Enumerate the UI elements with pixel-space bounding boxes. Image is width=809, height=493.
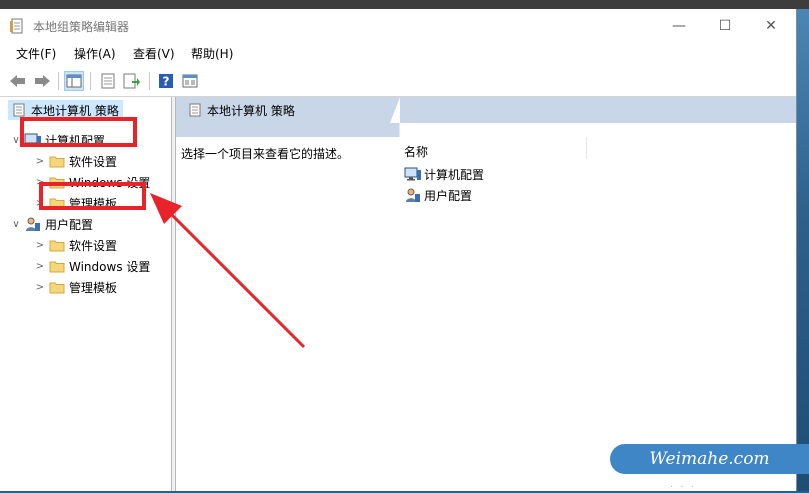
tree-item-label: 软件设置 xyxy=(69,238,118,253)
list-item-user-config[interactable]: 用户配置 xyxy=(404,186,472,204)
tree-item-label: 用户配置 xyxy=(45,217,94,232)
watermark-text: Weimahe.com xyxy=(649,449,770,469)
user-icon xyxy=(24,216,42,232)
menu-view[interactable]: 查看(V) xyxy=(133,45,175,62)
export-list-icon xyxy=(123,73,140,89)
chevron-right-icon[interactable]: > xyxy=(34,261,46,272)
menu-action[interactable]: 操作(A) xyxy=(74,45,116,62)
watermark-badge: Weimahe.com xyxy=(610,444,809,474)
close-button[interactable]: ✕ xyxy=(748,9,794,42)
highlight-box-admin-templates xyxy=(39,182,146,210)
menu-help[interactable]: 帮助(H) xyxy=(191,45,233,62)
close-icon: ✕ xyxy=(765,17,777,34)
details-pane: 本地计算机 策略 选择一个项目来查看它的描述。 名称 计算机配置 用户配置 xyxy=(175,97,796,491)
header-band xyxy=(400,97,796,123)
details-header: 本地计算机 策略 xyxy=(176,97,400,123)
chevron-right-icon[interactable]: > xyxy=(34,282,46,293)
policy-document-icon xyxy=(10,102,28,118)
policy-document-icon xyxy=(186,102,204,118)
folder-icon xyxy=(48,153,66,169)
help-icon: ? xyxy=(159,74,173,89)
help-button[interactable]: ? xyxy=(156,71,176,91)
title-bar[interactable]: 本地组策略编辑器 — ☐ ✕ xyxy=(0,9,796,42)
forward-arrow-icon xyxy=(35,75,50,87)
tree-item-user-config[interactable]: ∨ 用户配置 xyxy=(10,214,93,234)
chevron-right-icon[interactable]: > xyxy=(34,156,46,167)
column-divider[interactable] xyxy=(586,137,587,159)
tree-item-label: Windows 设置 xyxy=(69,259,151,274)
extended-view-button[interactable] xyxy=(180,71,200,91)
folder-icon xyxy=(48,279,66,295)
toolbar-separator xyxy=(90,72,91,90)
minimize-button[interactable]: — xyxy=(656,9,702,42)
tree-item-label: 软件设置 xyxy=(69,154,118,169)
chevron-right-icon[interactable]: > xyxy=(34,240,46,251)
list-item-label: 用户配置 xyxy=(424,188,473,203)
tree-item-user-windows-settings[interactable]: > Windows 设置 xyxy=(34,256,151,276)
toolbar-separator xyxy=(58,72,59,90)
folder-icon xyxy=(48,237,66,253)
group-policy-editor-window: 本地组策略编辑器 — ☐ ✕ 文件(F) 操作(A) 查看(V) 帮助(H) ?… xyxy=(0,9,796,491)
desktop-background-strip xyxy=(796,9,809,491)
tree-item-label: 管理模板 xyxy=(69,280,118,295)
maximize-button[interactable]: ☐ xyxy=(702,9,748,42)
policy-document-icon xyxy=(10,18,23,34)
desktop-top-strip xyxy=(0,0,809,9)
export-list-button[interactable] xyxy=(122,71,142,91)
menu-bar: 文件(F) 操作(A) 查看(V) 帮助(H) xyxy=(0,42,796,64)
highlight-box-computer-config xyxy=(20,117,137,147)
extended-view-icon xyxy=(182,74,198,88)
details-header-title: 本地计算机 策略 xyxy=(207,103,295,118)
show-tree-button[interactable] xyxy=(64,71,84,91)
list-item-label: 计算机配置 xyxy=(424,167,485,182)
tree-item-user-software-settings[interactable]: > 软件设置 xyxy=(34,235,117,255)
tree-root-label: 本地计算机 策略 xyxy=(31,103,119,118)
toolbar-separator xyxy=(149,72,150,90)
properties-button[interactable] xyxy=(98,71,118,91)
window-title: 本地组策略编辑器 xyxy=(33,20,130,34)
computer-icon xyxy=(404,166,422,182)
folder-icon xyxy=(48,258,66,274)
list-item-computer-config[interactable]: 计算机配置 xyxy=(404,165,484,183)
console-tree: 本地计算机 策略 ∨ 计算机配置 > 软件设置 > Windows 设置 > 管… xyxy=(0,97,172,491)
column-header-name[interactable]: 名称 xyxy=(404,143,428,160)
toolbar: ? xyxy=(0,66,796,97)
show-tree-icon xyxy=(66,74,82,88)
header-band-lower xyxy=(176,123,796,137)
svg-text:?: ? xyxy=(163,75,170,89)
menu-file[interactable]: 文件(F) xyxy=(16,45,56,62)
maximize-icon: ☐ xyxy=(718,17,732,34)
forward-button[interactable] xyxy=(32,71,52,91)
back-arrow-icon xyxy=(10,75,25,87)
tree-item-user-admin-templates[interactable]: > 管理模板 xyxy=(34,277,117,297)
minimize-icon: — xyxy=(672,17,686,34)
back-button[interactable] xyxy=(8,71,28,91)
chevron-down-icon[interactable]: ∨ xyxy=(10,219,22,230)
user-icon xyxy=(404,187,422,203)
properties-icon xyxy=(101,73,115,89)
watermark-dots: · · · xyxy=(670,482,696,493)
description-text: 选择一个项目来查看它的描述。 xyxy=(181,147,350,161)
tree-item-computer-software-settings[interactable]: > 软件设置 xyxy=(34,151,117,171)
